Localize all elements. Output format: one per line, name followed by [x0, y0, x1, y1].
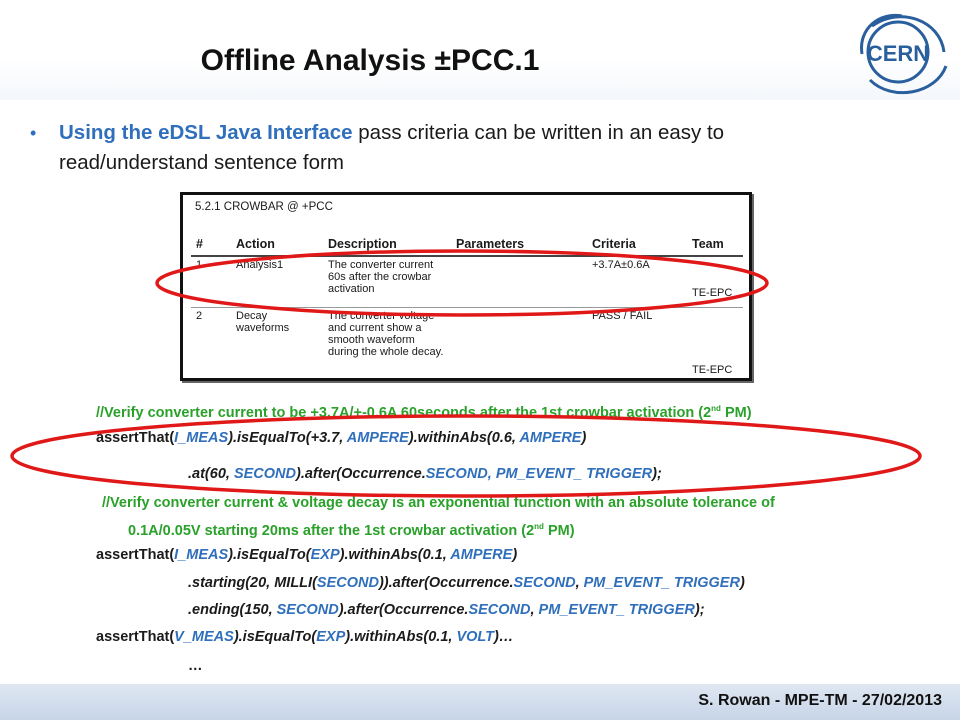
cell-parameters	[451, 308, 587, 385]
code-line-at: .at(60, SECOND).after(Occurrence.SECOND,…	[188, 466, 662, 482]
spec-header-row: # Action Description Parameters Criteria…	[191, 233, 743, 257]
code-line-assert-imeas-1: assertThat(I_MEAS).isEqualTo(+3.7, AMPER…	[96, 430, 587, 446]
table-row: 2 Decay waveforms The converter voltage …	[191, 308, 743, 385]
bullet-text: Using the eDSL Java Interface pass crite…	[59, 118, 839, 178]
code-line-ending: .ending(150, SECOND).after(Occurrence.SE…	[188, 602, 705, 618]
spec-header-action: Action	[231, 233, 323, 257]
spec-header-parameters: Parameters	[451, 233, 587, 257]
cell-criteria: PASS / FAIL	[592, 310, 653, 322]
cern-logo: CERN	[860, 13, 948, 95]
footer-text: S. Rowan - MPE-TM - 27/02/2013	[698, 692, 942, 709]
cell-num: 2	[196, 310, 203, 322]
cell-description: The converter voltage and current show a…	[328, 310, 444, 358]
ellipse-code	[10, 414, 922, 498]
code-line-assert-imeas-2: assertThat(I_MEAS).isEqualTo(EXP).within…	[96, 547, 518, 563]
cell-description: The converter current 60s after the crow…	[323, 256, 451, 308]
bullet-icon: •	[30, 123, 37, 143]
spec-header-criteria: Criteria	[587, 233, 687, 257]
spec-table: # Action Description Parameters Criteria…	[191, 233, 743, 384]
code-line-starting: .starting(20, MILLI(SECOND)).after(Occur…	[188, 575, 745, 591]
spec-table-screenshot: 5.2.1 CROWBAR @ +PCC # Action Descriptio…	[180, 192, 752, 381]
table-row: 1 Analysis1 The converter current 60s af…	[191, 256, 743, 308]
cell-team: TE-EPC	[687, 256, 743, 308]
cell-team: TE-EPC	[692, 364, 733, 376]
cern-logo-text: CERN	[867, 41, 929, 66]
code-comment-2: //Verify converter current & voltage dec…	[102, 495, 775, 511]
spec-header-team: Team	[687, 233, 743, 257]
spec-header-description: Description	[323, 233, 451, 257]
cell-num: 1	[191, 256, 231, 308]
code-comment-3: 0.1A/0.05V starting 20ms after the 1st c…	[128, 522, 575, 539]
cell-parameters	[451, 256, 587, 308]
bullet-highlight: Using the eDSL Java Interface	[59, 121, 353, 144]
cell-criteria: +3.7A±0.6A	[587, 256, 687, 308]
cell-action: Analysis1	[231, 256, 323, 308]
spec-section-heading: 5.2.1 CROWBAR @ +PCC	[195, 201, 333, 213]
cell-action: Decay waveforms	[236, 310, 290, 334]
code-ellipsis: …	[188, 658, 203, 674]
slide-title: Offline Analysis ±PCC.1	[200, 44, 540, 77]
footer-band: S. Rowan - MPE-TM - 27/02/2013	[0, 684, 960, 720]
code-comment-1: //Verify converter current to be +3.7A/+…	[96, 404, 752, 421]
spec-header-num: #	[191, 233, 231, 257]
code-line-assert-vmeas: assertThat(V_MEAS).isEqualTo(EXP).within…	[96, 629, 514, 645]
